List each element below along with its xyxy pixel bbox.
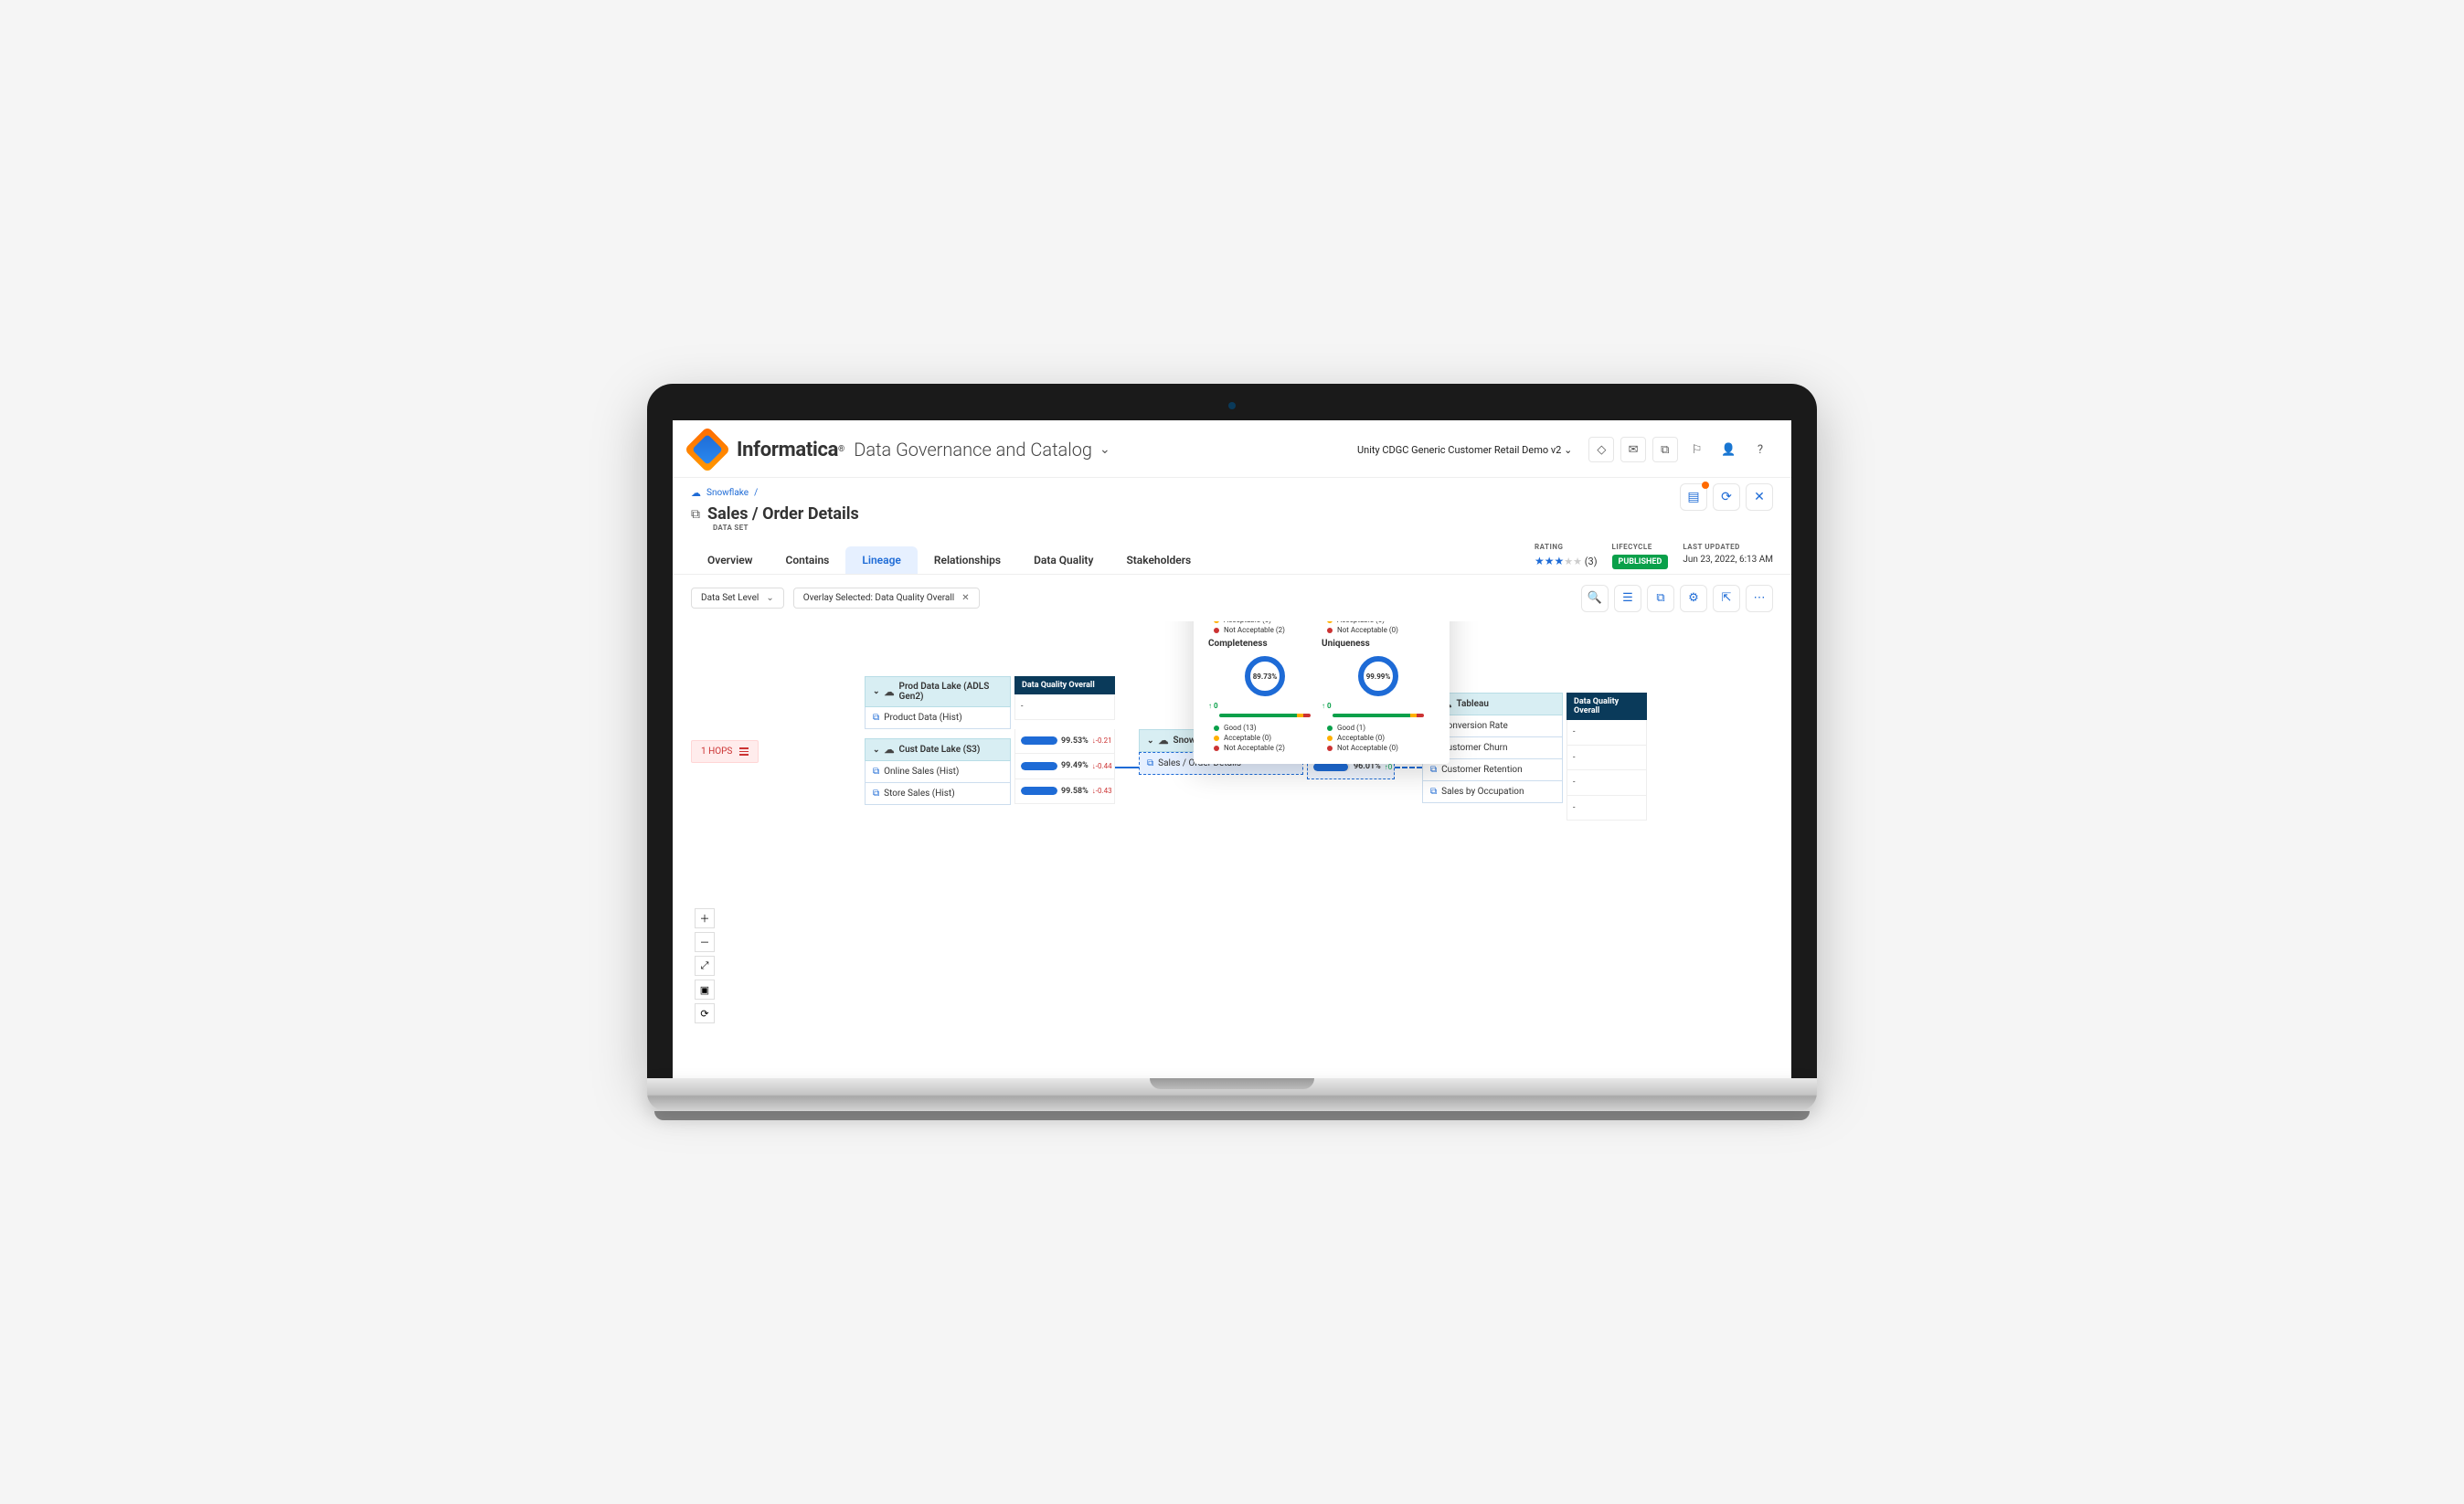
page-title: Sales / Order Details	[707, 504, 859, 524]
overlay-chip[interactable]: Overlay Selected: Data Quality Overall✕	[793, 588, 980, 609]
fullscreen-button[interactable]: ▣	[695, 980, 715, 1000]
mail-icon[interactable]: ✉	[1620, 437, 1646, 462]
laptop-frame: Informatica® Data Governance and Catalog…	[647, 384, 1817, 1120]
gauge-completeness: 89.73%	[1245, 656, 1285, 696]
metric-cell: -	[1014, 694, 1115, 720]
settings-button[interactable]: ⚙	[1680, 585, 1707, 612]
fit-button[interactable]: ⤢	[695, 956, 715, 976]
metric-cell: -	[1567, 746, 1647, 771]
zoom-in-button[interactable]: ＋	[695, 908, 715, 928]
lifecycle-badge: PUBLISHED	[1612, 555, 1669, 569]
header-toolbar: ◇ ✉ ⧉ ⚐ 👤 ?	[1585, 437, 1773, 462]
gauge-uniqueness: 99.99%	[1358, 656, 1398, 696]
zoom-controls: ＋ － ⤢ ▣ ⟳	[695, 908, 715, 1023]
rating-label: RATING	[1535, 543, 1598, 551]
lineage-node[interactable]: ⧉Store Sales (Hist)	[865, 783, 1011, 805]
brand-logo-icon	[685, 427, 731, 473]
lineage-canvas[interactable]: Overall 96.01% ↑ 0 Good (24) Acceptable …	[673, 621, 1791, 1078]
lineage-node[interactable]: ⧉Online Sales (Hist)	[865, 761, 1011, 783]
asset-meta: RATING ★★★★★ (3) LIFECYCLE PUBLISHED LAS…	[1535, 543, 1773, 569]
chevron-down-icon: ⌄	[766, 593, 773, 603]
flag-icon[interactable]: ⚐	[1684, 437, 1710, 462]
metric-cell: -	[1567, 720, 1647, 746]
tab-lineage[interactable]: Lineage	[845, 546, 918, 574]
dataset-icon: ⧉	[873, 713, 879, 723]
tab-overview[interactable]: Overview	[691, 546, 770, 574]
lineage-node[interactable]: ⧉Sales by Occupation	[1422, 781, 1563, 803]
app-switcher-chevron-icon[interactable]: ⌄	[1099, 442, 1110, 457]
metric-column-header: Data Quality Overall	[1567, 693, 1647, 720]
metric-cell: 99.53%↓-0.21	[1014, 729, 1115, 755]
page-subtitle: DATA SET	[673, 524, 1791, 532]
tab-data-quality[interactable]: Data Quality	[1017, 546, 1110, 574]
chip-remove-icon[interactable]: ✕	[961, 593, 969, 603]
user-icon[interactable]: 👤	[1715, 437, 1741, 462]
metric-cell: 99.49%↓-0.44	[1014, 754, 1115, 779]
metric-cell: -	[1567, 770, 1647, 796]
updated-value: Jun 23, 2022, 6:13 AM	[1683, 555, 1773, 565]
breadcrumb: ☁ Snowflake / ▤ ⟳ ✕	[673, 478, 1791, 499]
tab-relationships[interactable]: Relationships	[918, 546, 1017, 574]
camera-icon	[1228, 402, 1236, 409]
context-switcher[interactable]: Unity CDGC Generic Customer Retail Demo …	[1357, 444, 1572, 456]
level-selector[interactable]: Data Set Level⌄	[691, 588, 784, 609]
lifecycle-label: LIFECYCLE	[1612, 543, 1669, 551]
layout-button[interactable]: ⧉	[1647, 585, 1674, 612]
cloud-icon: ☁	[885, 686, 895, 698]
star-icon: ★★★	[1535, 555, 1564, 567]
reset-button[interactable]: ⟳	[695, 1003, 715, 1023]
tab-contains[interactable]: Contains	[770, 546, 846, 574]
filter-button[interactable]: ☰	[1614, 585, 1641, 612]
quality-popover: Overall 96.01% ↑ 0 Good (24) Acceptable …	[1194, 621, 1450, 764]
metric-column-header: Data Quality Overall	[1014, 676, 1115, 694]
brand-name: Informatica	[737, 439, 838, 461]
lineage-group-header[interactable]: ⌄☁Cust Date Lake (S3)	[865, 738, 1011, 761]
metric-cell: -	[1567, 796, 1647, 821]
lineage-node[interactable]: ⧉Product Data (Hist)	[865, 707, 1011, 729]
more-button[interactable]: ⋯	[1746, 585, 1773, 612]
breadcrumb-link[interactable]: Snowflake	[706, 488, 749, 498]
help-icon[interactable]: ?	[1747, 437, 1773, 462]
lineage-toolbar: Data Set Level⌄ Overlay Selected: Data Q…	[673, 575, 1791, 621]
cloud-icon: ☁	[691, 487, 701, 499]
hops-badge[interactable]: 1 HOPS	[691, 740, 759, 763]
app-name: Data Governance and Catalog	[854, 439, 1092, 461]
tag-icon[interactable]: ◇	[1588, 437, 1614, 462]
lineage-group-header[interactable]: ⌄☁Prod Data Lake (ADLS Gen2)	[865, 676, 1011, 707]
tab-stakeholders[interactable]: Stakeholders	[1110, 546, 1207, 574]
copy-icon[interactable]: ⧉	[1652, 437, 1678, 462]
hamburger-icon	[739, 747, 749, 756]
search-button[interactable]: 🔍	[1581, 585, 1609, 612]
caret-down-icon: ⌄	[873, 687, 880, 696]
export-button[interactable]: ⇱	[1713, 585, 1740, 612]
zoom-out-button[interactable]: －	[695, 932, 715, 952]
metric-cell: 99.58%↓-0.43	[1014, 779, 1115, 805]
updated-label: LAST UPDATED	[1683, 543, 1773, 551]
dataset-icon: ⧉	[691, 507, 700, 522]
app-header: Informatica® Data Governance and Catalog…	[673, 420, 1791, 478]
